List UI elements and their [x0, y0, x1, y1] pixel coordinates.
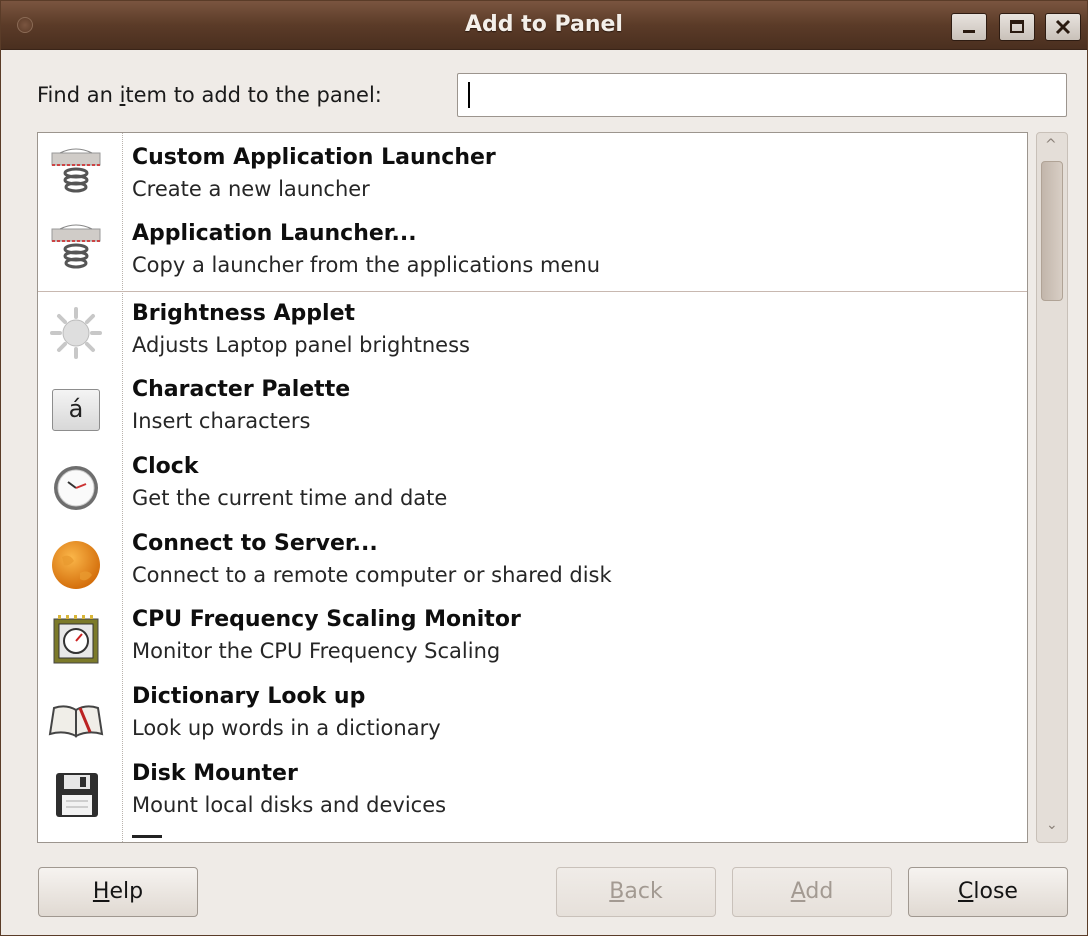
- find-label: Find an item to add to the panel:: [37, 83, 382, 107]
- list-item[interactable]: Custom Application Launcher Create a new…: [38, 137, 1027, 213]
- minimize-icon: [963, 30, 975, 33]
- maximize-icon: [1010, 20, 1024, 33]
- item-name: CPU Frequency Scaling Monitor: [132, 607, 521, 632]
- add-button[interactable]: Add: [732, 867, 892, 917]
- scroll-down-arrow-icon[interactable]: ⌄: [1046, 817, 1058, 833]
- window-title: Add to Panel: [465, 12, 623, 37]
- add-to-panel-window: Add to Panel Find an item to add to the …: [0, 0, 1088, 936]
- floppy-disk-icon: [56, 773, 98, 817]
- item-description: Get the current time and date: [132, 486, 448, 510]
- item-description: Insert characters: [132, 409, 311, 433]
- back-button[interactable]: Back: [556, 867, 716, 917]
- scrollbar-thumb[interactable]: [1041, 161, 1063, 301]
- item-name: Dictionary Look up: [132, 684, 366, 709]
- item-description: Create a new launcher: [132, 177, 370, 201]
- close-window-button[interactable]: [1045, 13, 1081, 41]
- brightness-sun-icon: [50, 307, 102, 359]
- globe-icon: [52, 541, 100, 589]
- dictionary-book-icon: [48, 705, 104, 738]
- item-list[interactable]: Custom Application Launcher Create a new…: [37, 132, 1028, 843]
- clock-icon: [54, 466, 98, 510]
- item-description: Adjusts Laptop panel brightness: [132, 333, 470, 357]
- item-name: Connect to Server...: [132, 531, 378, 556]
- maximize-button[interactable]: [999, 13, 1035, 41]
- item-description: Look up words in a dictionary: [132, 716, 441, 740]
- title-bar[interactable]: Add to Panel: [1, 1, 1087, 50]
- item-name: Application Launcher...: [132, 221, 417, 246]
- next-item-partial: [132, 835, 162, 842]
- text-caret: [468, 82, 470, 108]
- close-icon: [1055, 19, 1071, 35]
- item-name: Custom Application Launcher: [132, 145, 496, 170]
- close-button[interactable]: Close: [908, 867, 1068, 917]
- launcher-spring-icon: [51, 148, 101, 193]
- minimize-button[interactable]: [951, 13, 987, 41]
- item-name: Brightness Applet: [132, 301, 356, 326]
- item-description: Copy a launcher from the applications me…: [132, 253, 601, 277]
- list-scrollbar[interactable]: ^ ⌄: [1036, 132, 1068, 843]
- list-item[interactable]: Disk Mounter Mount local disks and devic…: [38, 757, 1027, 833]
- item-description: Connect to a remote computer or shared d…: [132, 563, 612, 587]
- list-item[interactable]: Application Launcher... Copy a launcher …: [38, 213, 1027, 289]
- list-item[interactable]: á Character Palette Insert characters: [38, 373, 1027, 449]
- item-description: Mount local disks and devices: [132, 793, 447, 817]
- help-button[interactable]: Help: [38, 867, 198, 917]
- list-item[interactable]: CPU Frequency Scaling Monitor Monitor th…: [38, 603, 1027, 679]
- list-item[interactable]: Brightness Applet Adjusts Laptop panel b…: [38, 297, 1027, 373]
- list-item[interactable]: Connect to Server... Connect to a remote…: [38, 527, 1027, 603]
- item-name: Disk Mounter: [132, 761, 298, 786]
- character-palette-icon: á: [50, 381, 100, 431]
- list-item[interactable]: Dictionary Look up Look up words in a di…: [38, 680, 1027, 756]
- launcher-spring-icon: [51, 224, 101, 269]
- cpu-gauge-icon: [53, 615, 99, 664]
- list-item[interactable]: Clock Get the current time and date: [38, 450, 1027, 526]
- list-separator: [38, 291, 1027, 292]
- item-description: Monitor the CPU Frequency Scaling: [132, 639, 501, 663]
- palette-glyph: á: [52, 389, 100, 431]
- scroll-up-arrow-icon[interactable]: ^: [1045, 137, 1057, 153]
- item-name: Character Palette: [132, 377, 351, 402]
- search-input[interactable]: [457, 73, 1067, 117]
- item-name: Clock: [132, 454, 199, 479]
